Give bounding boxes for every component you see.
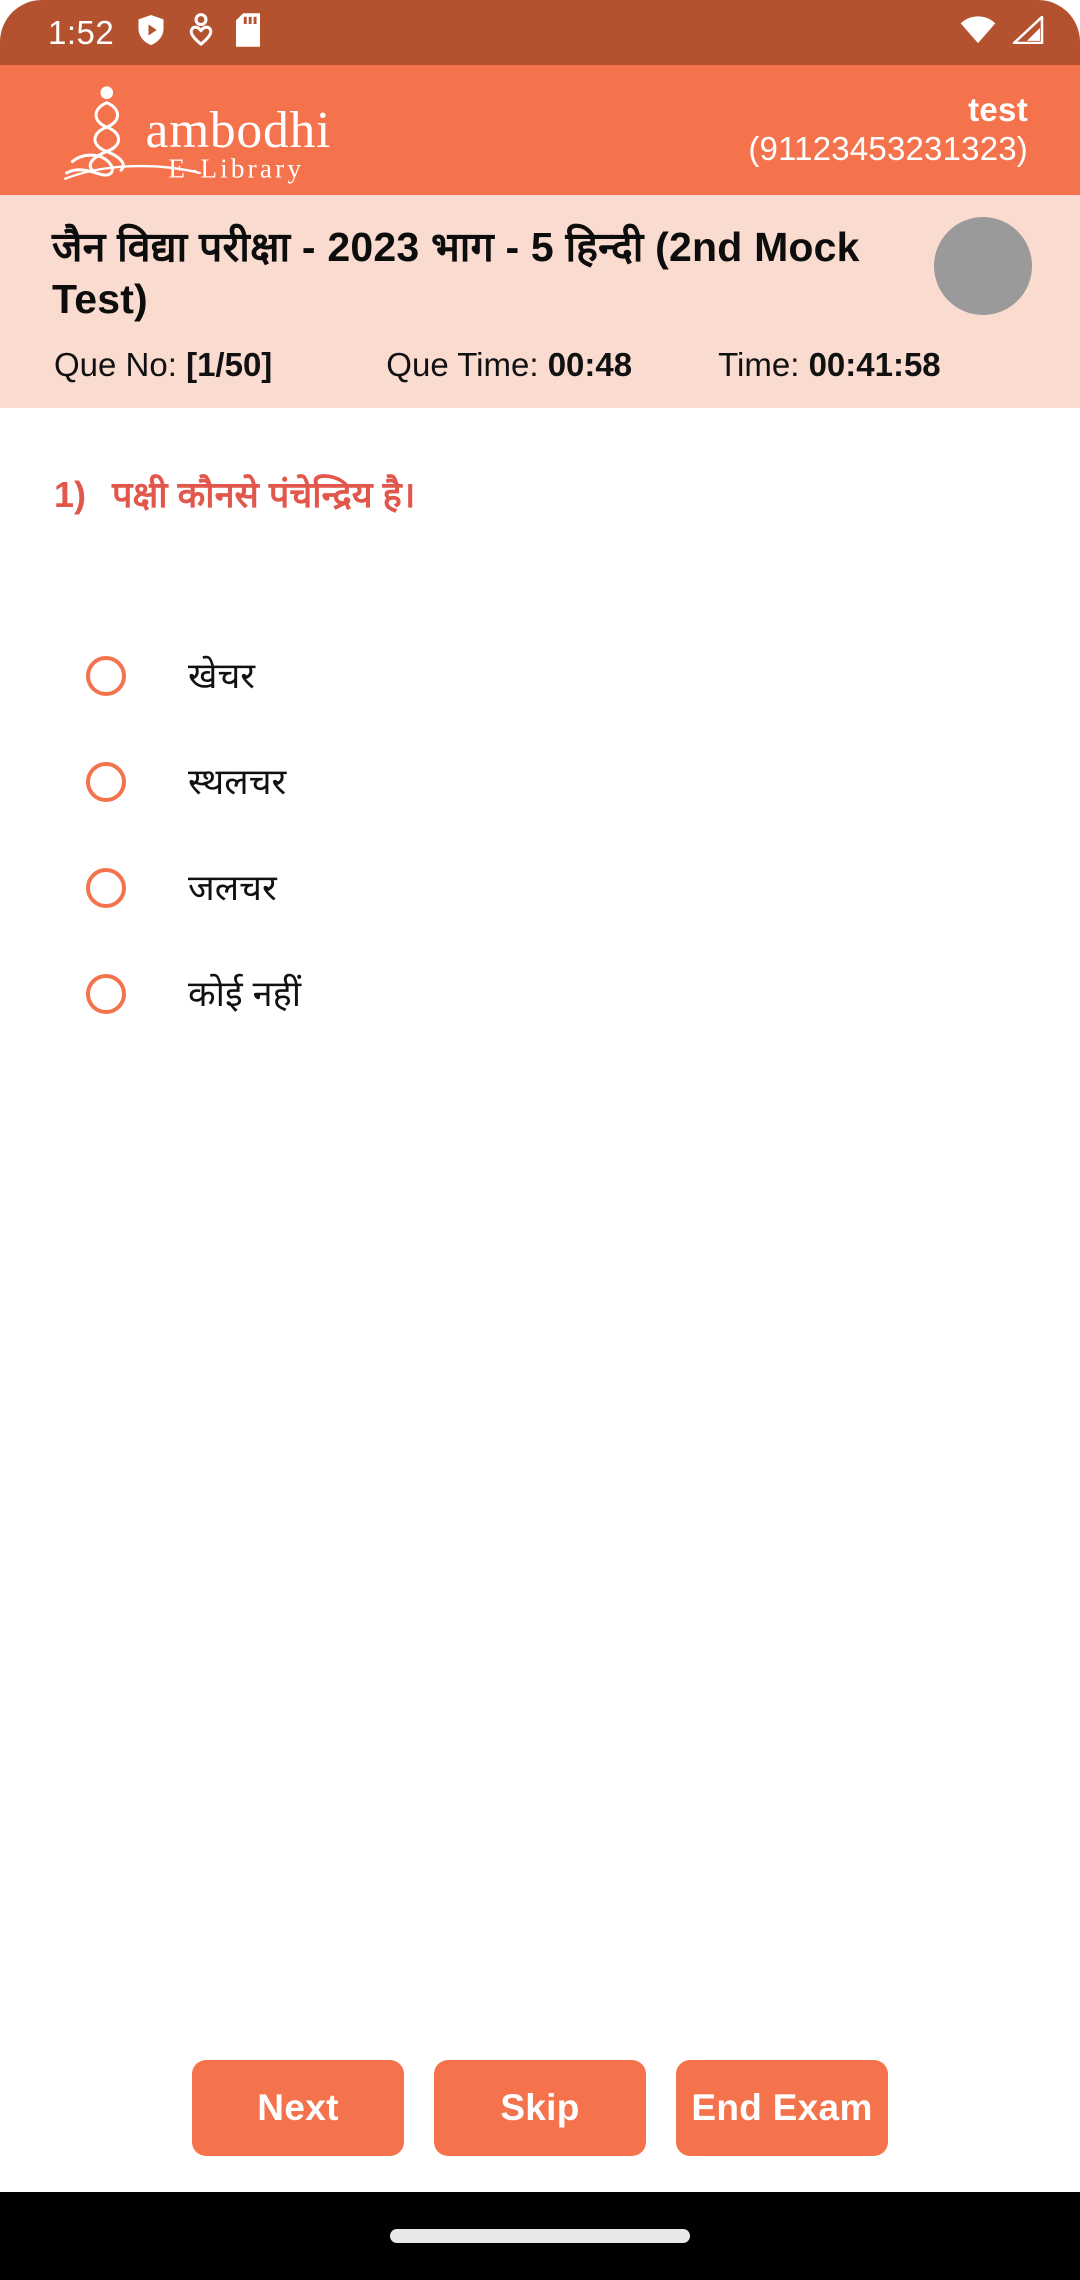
app-screen: 1:52 ambodhi E-Library test (91123453231… [0,0,1080,2280]
next-button[interactable]: Next [192,2059,404,2156]
option-label: जलचर [188,867,277,909]
home-gesture-pill[interactable] [390,2229,690,2243]
question-number: 1) [54,473,87,515]
system-navigation-bar [0,2192,1080,2280]
question-block: 1) पक्षी कौनसे पंचेन्द्रिय है। [0,408,1080,519]
avatar[interactable] [934,217,1032,315]
radio-icon[interactable] [86,761,126,802]
status-bar-left: 1:52 [48,13,261,52]
question-number-label: Que No: [54,345,177,383]
svg-text:ambodhi: ambodhi [145,102,331,159]
status-bar-right [960,15,1044,49]
wifi-icon [960,16,996,49]
question-area: 1) पक्षी कौनसे पंचेन्द्रिय है। खेचर स्थल… [0,407,1080,2210]
sambodhi-logo[interactable]: ambodhi E-Library [48,72,392,188]
status-bar-clock: 1:52 [48,14,115,51]
option-label: खेचर [188,655,256,697]
option-label: स्थलचर [188,761,287,803]
option-row[interactable]: स्थलचर [0,729,1080,835]
option-row[interactable]: खेचर [0,623,1080,729]
exam-info-band: जैन विद्या परीक्षा - 2023 भाग - 5 हिन्दी… [0,195,1080,408]
options-list: खेचर स्थलचर जलचर कोई नहीं [0,623,1080,1047]
question-time-stat: Que Time: 00:48 [386,346,632,384]
total-time-stat: Time: 00:41:58 [718,346,941,384]
radio-icon[interactable] [86,973,126,1014]
question-text: पक्षी कौनसे पंचेन्द्रिय है। [112,473,416,515]
signal-icon [1012,15,1044,49]
radio-icon[interactable] [86,867,126,908]
sd-card-icon [236,13,261,52]
total-time-label: Time: [718,345,800,383]
person-heart-icon [188,13,214,52]
status-bar: 1:52 [0,0,1080,65]
user-name: test [968,91,1028,129]
exam-title: जैन विद्या परीक्षा - 2023 भाग - 5 हिन्दी… [52,224,860,323]
user-phone: (91123453231323) [748,130,1028,167]
shield-play-icon [136,13,166,52]
question-time-label: Que Time: [386,345,539,383]
user-info: test (91123453231323) [748,91,1040,169]
svg-text:E-Library: E-Library [168,153,304,183]
skip-button[interactable]: Skip [434,2059,646,2156]
footer-buttons: Next Skip End Exam [0,2059,1080,2156]
app-header: ambodhi E-Library test (91123453231323) [0,65,1080,195]
question-number-value: [1/50] [186,345,273,383]
option-label: कोई नहीं [188,973,302,1015]
total-time-value: 00:41:58 [808,345,941,383]
question-number-stat: Que No: [1/50] [54,346,272,384]
end-exam-button[interactable]: End Exam [676,2059,888,2156]
option-row[interactable]: कोई नहीं [0,941,1080,1047]
exam-stats-row: Que No: [1/50] Que Time: 00:48 Time: 00:… [52,346,1040,384]
radio-icon[interactable] [86,655,126,696]
question-time-value: 00:48 [547,345,633,383]
option-row[interactable]: जलचर [0,835,1080,941]
